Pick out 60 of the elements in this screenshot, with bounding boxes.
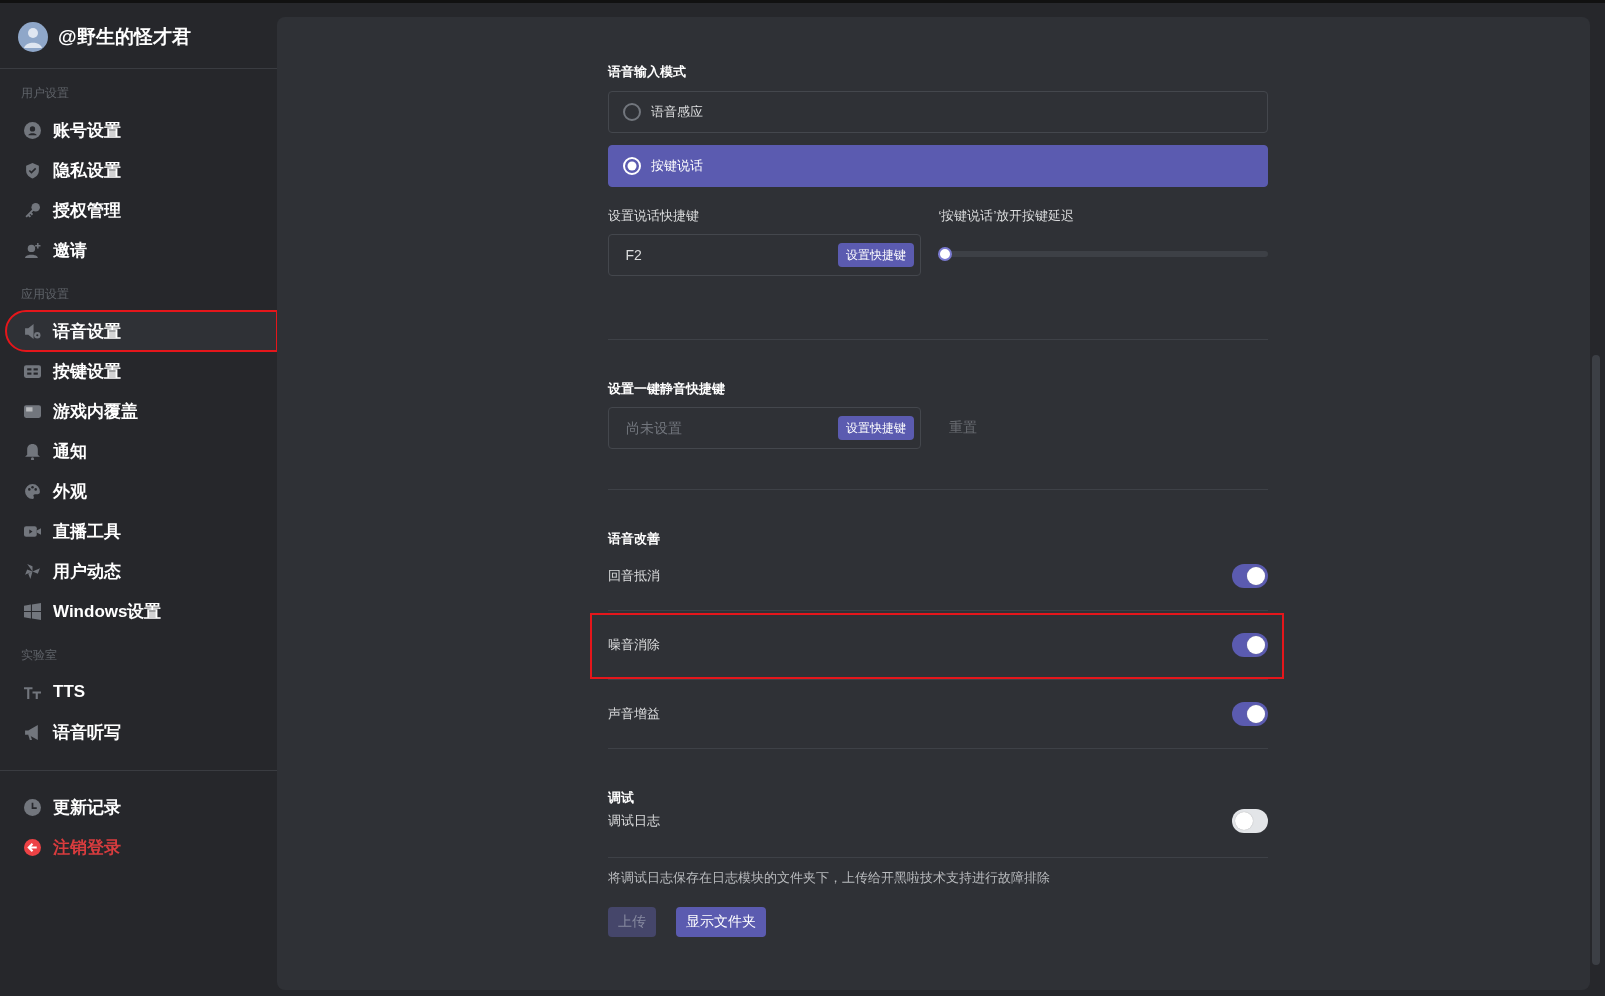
logout-icon xyxy=(24,838,41,856)
radio-option[interactable]: 语音感应 xyxy=(607,91,1268,133)
key-icon xyxy=(24,201,41,219)
sidebar-item[interactable]: 游戏内覆盖 xyxy=(0,391,277,431)
toggle-switch[interactable] xyxy=(1231,564,1268,588)
hotkey-input[interactable]: 尚未设置 xyxy=(623,419,838,437)
sidebar-item[interactable]: 用户动态 xyxy=(0,551,277,591)
toggle-label: 调试日志 xyxy=(607,812,660,830)
avatar-icon xyxy=(18,22,48,52)
megaphone-icon xyxy=(24,723,41,741)
keyboard-icon xyxy=(24,362,41,380)
section-title: 语音输入模式 xyxy=(607,63,687,81)
sidebar-item[interactable]: 直播工具 xyxy=(0,511,277,551)
hotkey-input[interactable]: F2 xyxy=(623,246,838,264)
hotkey-field[interactable]: 尚未设置 设置快捷键 xyxy=(607,407,921,449)
action-button[interactable]: 显示文件夹 xyxy=(675,907,766,937)
sidebar-item[interactable]: Windows设置 xyxy=(0,591,277,631)
section-title: 设置一键静音快捷键 xyxy=(607,380,726,398)
sidebar-item[interactable]: 隐私设置 xyxy=(0,150,277,190)
sidebar-item[interactable]: 语音设置 xyxy=(6,311,277,351)
pinwheel-icon xyxy=(24,562,41,580)
windows-icon xyxy=(24,602,41,620)
radio-icon xyxy=(622,157,641,175)
overlay-icon xyxy=(24,402,41,420)
clock-icon xyxy=(24,798,41,816)
sidebar-item[interactable]: 按键设置 xyxy=(0,351,277,391)
bell-icon xyxy=(24,442,41,460)
hotkey-field[interactable]: F2 设置快捷键 xyxy=(607,234,921,276)
shield-icon xyxy=(24,161,41,179)
sidebar-item[interactable]: TTS xyxy=(0,672,277,712)
user-icon xyxy=(24,121,41,139)
description-text: 将调试日志保存在日志模块的文件夹下，上传给开黑啦技术支持进行故障排除 xyxy=(607,869,1051,887)
sidebar-item[interactable]: 授权管理 xyxy=(0,190,277,230)
add-user-icon xyxy=(24,241,41,259)
set-hotkey-button[interactable]: 设置快捷键 xyxy=(837,416,914,440)
user-name: @野生的怪才君 xyxy=(58,25,191,49)
toggle-label: 声音增益 xyxy=(607,705,660,723)
toggle-switch[interactable] xyxy=(1231,633,1268,657)
toggle-switch[interactable] xyxy=(1231,809,1268,833)
slider-label: ‘按键说话’放开按键延迟 xyxy=(938,207,1076,225)
radio-icon xyxy=(622,103,641,121)
toggle-switch[interactable] xyxy=(1231,702,1268,726)
sidebar-item[interactable]: 更新记录 xyxy=(0,787,277,827)
radio-option[interactable]: 按键说话 xyxy=(607,145,1268,187)
section-title: 语音改善 xyxy=(607,530,661,548)
set-hotkey-button[interactable]: 设置快捷键 xyxy=(837,243,914,267)
section-title: 调试 xyxy=(607,789,635,807)
sidebar-item[interactable]: 账号设置 xyxy=(0,110,277,150)
sidebar-item[interactable]: 外观 xyxy=(0,471,277,511)
sidebar-item[interactable]: 通知 xyxy=(0,431,277,471)
toggle-label: 噪音消除 xyxy=(607,636,660,654)
toggle-label: 回音抵消 xyxy=(607,567,660,585)
sidebar-item[interactable]: 邀请 xyxy=(0,230,277,270)
speaker-gear-icon xyxy=(24,322,41,340)
sidebar-item[interactable]: 语音听写 xyxy=(0,712,277,752)
palette-icon xyxy=(24,482,41,500)
delay-slider[interactable] xyxy=(938,247,1268,261)
field-label: 设置说话快捷键 xyxy=(607,207,700,225)
section-label: 实验室 xyxy=(20,647,58,664)
scrollbar[interactable] xyxy=(1592,355,1600,965)
